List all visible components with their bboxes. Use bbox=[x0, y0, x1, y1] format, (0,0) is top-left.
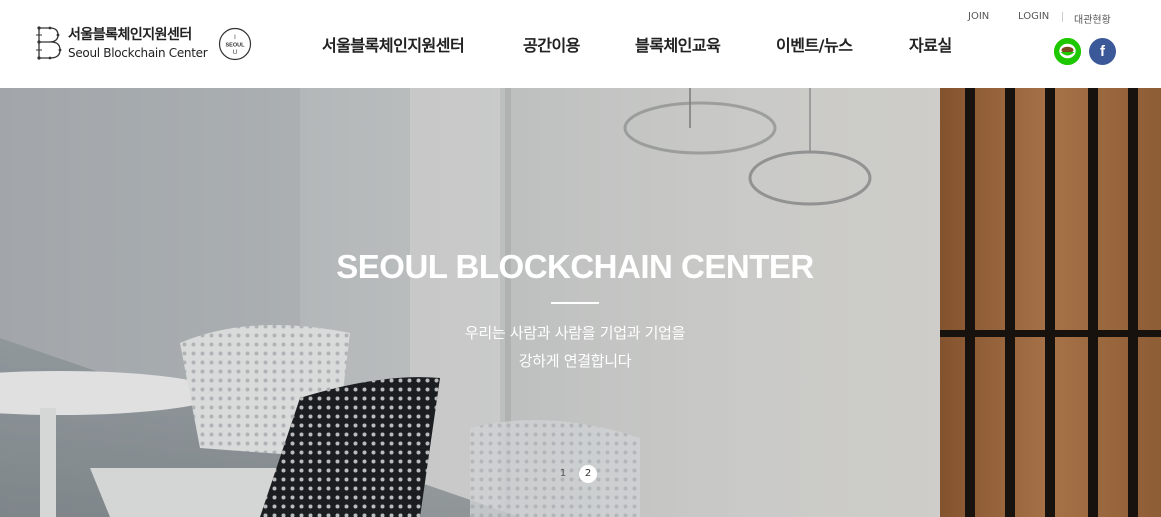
nav-item-resources[interactable]: 자료실 bbox=[909, 32, 952, 56]
site-header: 서울블록체인지원센터 Seoul Blockchain Center I SEO… bbox=[0, 0, 1161, 88]
login-link[interactable]: LOGIN bbox=[1018, 11, 1049, 22]
slide-pager-1[interactable]: 1 bbox=[554, 465, 572, 483]
hero-divider bbox=[551, 302, 599, 304]
blockchain-b-logo-icon bbox=[36, 26, 62, 60]
seoul-seal-icon: I SEOUL U bbox=[218, 27, 252, 61]
hero-slider: SEOUL BLOCKCHAIN CENTER 우리는 사람과 사람을 기업과 … bbox=[0, 88, 1161, 517]
hero-subtitle-line2: 강하게 연결합니다 bbox=[518, 352, 632, 370]
hero-subtitle-line1: 우리는 사람과 사람을 기업과 기업을 bbox=[464, 324, 686, 342]
utility-menu: JOIN LOGIN 대관현황 bbox=[966, 11, 1116, 26]
naver-blog-button[interactable] bbox=[1054, 38, 1081, 65]
seal-bottom-text: U bbox=[233, 50, 237, 56]
join-link[interactable]: JOIN bbox=[968, 11, 989, 22]
hero-title: SEOUL BLOCKCHAIN CENTER bbox=[336, 248, 814, 285]
logo-english-name: Seoul Blockchain Center bbox=[68, 46, 208, 60]
slide-pager-2[interactable]: 2 bbox=[579, 465, 597, 483]
naver-blog-icon bbox=[1054, 38, 1081, 65]
nav-item-events-news[interactable]: 이벤트/뉴스 bbox=[776, 32, 853, 56]
social-links: f bbox=[1054, 38, 1118, 66]
nav-item-center[interactable]: 서울블록체인지원센터 bbox=[322, 32, 465, 56]
logo-korean-name: 서울블록체인지원센터 bbox=[68, 27, 192, 43]
nav-item-education[interactable]: 블록체인교육 bbox=[635, 32, 721, 56]
facebook-icon: f bbox=[1100, 43, 1105, 60]
rental-status-link[interactable]: 대관현황 bbox=[1074, 11, 1111, 26]
nav-item-space[interactable]: 공간이용 bbox=[523, 32, 580, 56]
seal-mid-text: SEOUL bbox=[226, 43, 246, 49]
utility-divider bbox=[1062, 12, 1063, 22]
facebook-button[interactable]: f bbox=[1089, 38, 1116, 65]
site-logo[interactable]: 서울블록체인지원센터 Seoul Blockchain Center I SEO… bbox=[36, 24, 256, 64]
